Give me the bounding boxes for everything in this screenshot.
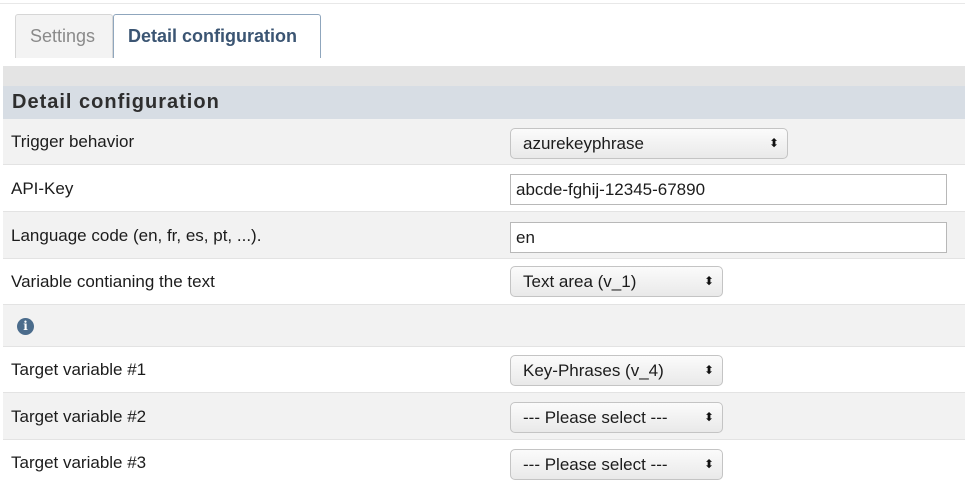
target-variable-3-label: Target variable #3: [11, 453, 147, 472]
target-variable-1-select[interactable]: Key-Phrases (v_4) ⬍: [510, 355, 723, 386]
top-divider: [0, 3, 965, 4]
info-icon[interactable]: i: [17, 318, 34, 335]
language-code-label: Language code (en, fr, es, pt, ...).: [11, 226, 262, 245]
target-variable-1-label: Target variable #1: [11, 360, 147, 379]
row-text-variable: Variable contianing the text Text area (…: [3, 259, 965, 305]
target-variable-3-select[interactable]: --- Please select --- ⬍: [510, 449, 723, 480]
target-variable-1-value: Key-Phrases (v_4): [523, 361, 664, 380]
updown-arrows-icon: ⬍: [703, 457, 714, 471]
api-key-input[interactable]: [510, 174, 947, 205]
updown-arrows-icon: ⬍: [703, 363, 714, 377]
row-target-variable-2: Target variable #2 --- Please select ---…: [3, 393, 965, 440]
row-trigger-behavior: Trigger behavior azurekeyphrase ⬍: [3, 119, 965, 165]
text-variable-label: Variable contianing the text: [11, 272, 215, 291]
target-variable-2-label: Target variable #2: [11, 407, 147, 426]
updown-arrows-icon: ⬍: [768, 136, 779, 150]
target-variable-2-value: --- Please select ---: [523, 408, 668, 427]
target-variable-2-select[interactable]: --- Please select --- ⬍: [510, 402, 723, 433]
target-variable-3-value: --- Please select ---: [523, 455, 668, 474]
detail-configuration-panel: Detail configuration Trigger behavior az…: [3, 66, 965, 480]
trigger-behavior-label: Trigger behavior: [11, 132, 135, 151]
language-code-input[interactable]: [510, 222, 947, 253]
tab-bar: Settings Detail configuration: [0, 0, 965, 66]
tab-detail-configuration[interactable]: Detail configuration: [113, 14, 321, 58]
row-target-variable-1: Target variable #1 Key-Phrases (v_4) ⬍: [3, 347, 965, 393]
trigger-behavior-value: azurekeyphrase: [523, 134, 644, 153]
row-language-code: Language code (en, fr, es, pt, ...).: [3, 212, 965, 259]
tab-settings[interactable]: Settings: [15, 14, 113, 58]
trigger-behavior-select[interactable]: azurekeyphrase ⬍: [510, 128, 788, 159]
section-title: Detail configuration: [3, 86, 965, 119]
row-api-key: API-Key: [3, 165, 965, 212]
updown-arrows-icon: ⬍: [703, 410, 714, 424]
section-header-spacer: [3, 66, 965, 86]
text-variable-select[interactable]: Text area (v_1) ⬍: [510, 266, 723, 297]
row-info: i: [3, 305, 965, 347]
row-target-variable-3: Target variable #3 --- Please select ---…: [3, 440, 965, 480]
text-variable-value: Text area (v_1): [523, 272, 637, 291]
updown-arrows-icon: ⬍: [703, 274, 714, 288]
api-key-label: API-Key: [11, 179, 74, 198]
